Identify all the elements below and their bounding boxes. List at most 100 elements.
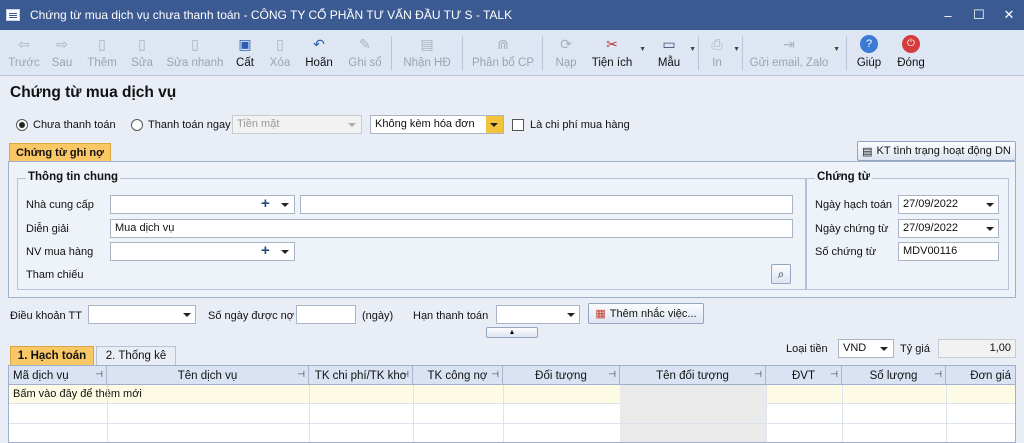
allocate-cost-button[interactable]: ⋒ Phân bổ CP [470, 32, 536, 74]
payment-method-select[interactable]: Tiền mặt [232, 115, 362, 134]
power-icon: ⏻ [902, 35, 920, 53]
voucher-no-input[interactable]: MDV00116 [898, 242, 999, 261]
column-header-unit-price[interactable]: Đơn giá [946, 366, 1015, 385]
tools-icon: ✂ [606, 36, 618, 52]
column-header-unit[interactable]: ĐVT ⊣ [766, 366, 842, 385]
quick-edit-button[interactable]: ▯ Sửa nhanh [164, 32, 226, 74]
document-check-icon: ▤ [862, 145, 873, 158]
send-email-zalo-button[interactable]: ⇥ Gửi email, Zalo ▼ [748, 32, 840, 74]
description-input[interactable]: Mua dịch vụ [110, 219, 793, 238]
utilities-button[interactable]: ✂ Tiện ích ▼ [588, 32, 646, 74]
column-divider [503, 385, 504, 442]
calendar-icon: ▦ [595, 308, 606, 320]
delete-button[interactable]: ▯ Xóa [264, 32, 296, 74]
chevron-down-icon: ▼ [733, 46, 740, 53]
column-divider [946, 385, 947, 442]
add-button[interactable]: ▯ Thêm [82, 32, 122, 74]
pin-icon[interactable]: ⊣ [297, 369, 305, 380]
chevron-down-icon[interactable] [281, 203, 289, 207]
pin-icon[interactable]: ⊣ [491, 369, 499, 380]
toolbar-separator [542, 36, 543, 70]
chevron-down-icon: ▼ [639, 46, 646, 53]
new-row[interactable]: Bấm vào đây để thêm mới [9, 385, 1015, 404]
toolbar: ⇦ Trước ⇨ Sau ▯ Thêm ▯ Sửa ▯ Sửa nhanh ▣… [0, 30, 1024, 76]
next-button[interactable]: ⇨ Sau [46, 32, 78, 74]
template-button[interactable]: ▭ Mẫu ▼ [652, 32, 696, 74]
paid-now-radio[interactable] [131, 119, 143, 131]
kt-status-button[interactable]: ▤ KT tình trạng hoạt động DN [857, 141, 1016, 161]
template-icon: ▭ [662, 36, 676, 52]
posting-date-input[interactable]: 27/09/2022 [898, 195, 999, 214]
reload-button[interactable]: ⟳ Nạp [550, 32, 582, 74]
unpaid-radio[interactable] [16, 119, 28, 131]
pin-icon[interactable]: ⊣ [934, 369, 942, 380]
pin-icon[interactable]: ⊣ [401, 369, 409, 380]
add-reminder-button[interactable]: ▦ Thêm nhắc việc... [588, 303, 704, 324]
supplier-name-input[interactable] [300, 195, 793, 214]
add-buyer-icon[interactable]: + [261, 243, 270, 258]
chevron-down-icon[interactable] [986, 227, 994, 231]
edit-button[interactable]: ▯ Sửa [126, 32, 158, 74]
floppy-disk-icon: ▣ [238, 36, 252, 52]
new-row-hint: Bấm vào đây để thêm mới [13, 388, 142, 400]
reference-search-button[interactable]: ⌕ [771, 264, 791, 284]
chevron-down-icon[interactable] [986, 203, 994, 207]
paid-now-label: Thanh toán ngay [148, 119, 231, 131]
add-supplier-icon[interactable]: + [261, 196, 270, 211]
delete-document-icon: ▯ [276, 36, 284, 52]
pin-icon[interactable]: ⊣ [608, 369, 616, 380]
page-title: Chứng từ mua dịch vụ [10, 84, 177, 101]
column-header-service-code[interactable]: Mã dịch vụ ⊣ [9, 366, 107, 385]
chevron-down-icon [880, 347, 888, 351]
column-header-object[interactable]: Đối tượng ⊣ [503, 366, 620, 385]
collapse-toggle[interactable]: ▲ [486, 327, 538, 338]
voucher-no-label: Số chứng từ [815, 246, 877, 258]
post-button[interactable]: ✎ Ghi sổ [344, 32, 386, 74]
back-button[interactable]: ⇦ Trước [4, 32, 44, 74]
debt-days-input[interactable] [296, 305, 356, 324]
pin-icon[interactable]: ⊣ [754, 369, 762, 380]
close-window-button[interactable]: ✕ [996, 0, 1022, 30]
grid-header: Mã dịch vụ ⊣ Tên dịch vụ ⊣ TK chi phí/TK k… [9, 366, 1015, 385]
column-header-expense-account[interactable]: TK chi phí/TK kho ⊣ [309, 366, 413, 385]
object-name-readonly-column [620, 385, 766, 442]
pin-icon[interactable]: ⊣ [95, 369, 103, 380]
app-icon [6, 9, 20, 21]
pin-icon[interactable]: ⊣ [830, 369, 838, 380]
tab-accounting[interactable]: 1. Hạch toán [10, 346, 94, 365]
chevron-down-icon[interactable] [281, 250, 289, 254]
description-label: Diễn giải [26, 223, 69, 235]
column-divider [766, 385, 767, 442]
chevron-up-icon: ▲ [508, 329, 516, 336]
undo-button[interactable]: ↶ Hoãn [300, 32, 338, 74]
column-divider [413, 385, 414, 442]
payment-terms-select[interactable] [88, 305, 196, 324]
maximize-button[interactable]: ☐ [966, 0, 992, 30]
invoice-type-select[interactable]: Không kèm hóa đơn [370, 115, 504, 134]
close-button[interactable]: ⏻ Đóng [892, 32, 930, 74]
receive-invoice-button[interactable]: ▤ Nhận HĐ [400, 32, 454, 74]
column-header-service-name[interactable]: Tên dịch vụ ⊣ [107, 366, 309, 385]
print-button[interactable]: ⎙ In ▼ [704, 32, 740, 74]
tab-debit-voucher[interactable]: Chứng từ ghi nợ [9, 143, 111, 162]
column-header-quantity[interactable]: Số lượng ⊣ [842, 366, 946, 385]
voucher-date-label: Ngày chứng từ [815, 223, 889, 235]
purchase-cost-checkbox[interactable] [512, 119, 524, 131]
quick-edit-icon: ▯ [191, 36, 199, 52]
help-button[interactable]: ? Giúp [852, 32, 886, 74]
column-header-payable-account[interactable]: TK công nợ ⊣ [413, 366, 503, 385]
tab-statistics[interactable]: 2. Thống kê [96, 346, 176, 365]
column-header-object-name[interactable]: Tên đối tượng ⊣ [620, 366, 766, 385]
printer-icon: ⎙ [711, 36, 723, 52]
exchange-rate-input[interactable]: 1,00 [938, 339, 1016, 358]
window-title: Chứng từ mua dịch vụ chưa thanh toán - C… [30, 8, 513, 22]
toolbar-separator [698, 36, 699, 70]
chevron-down-icon [183, 313, 191, 317]
exchange-rate-label: Tỷ giá [900, 343, 930, 355]
minimize-button[interactable]: – [935, 0, 961, 30]
save-button[interactable]: ▣ Cất [230, 32, 260, 74]
accounting-grid: Mã dịch vụ ⊣ Tên dịch vụ ⊣ TK chi phí/TK k… [8, 365, 1016, 443]
column-divider [842, 385, 843, 442]
posting-date-label: Ngày hạch toán [815, 199, 893, 211]
voucher-date-input[interactable]: 27/09/2022 [898, 219, 999, 238]
